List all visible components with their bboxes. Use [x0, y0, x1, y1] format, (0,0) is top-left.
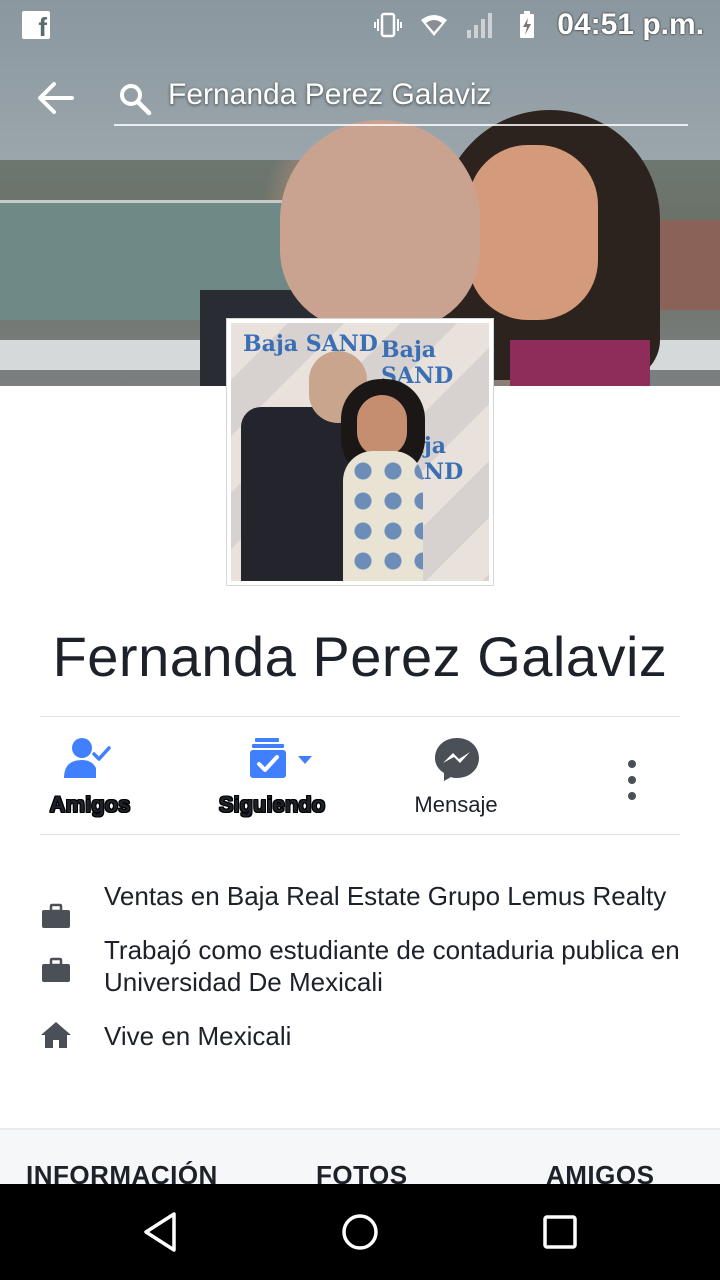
clock: 04:51 p.m. [557, 8, 704, 41]
message-button[interactable]: Mensaje [400, 718, 512, 834]
recents-nav-icon[interactable] [538, 1210, 582, 1254]
profile-photo[interactable]: Baja SAND Baja SAND Baja SAND [226, 318, 494, 586]
profile-name: Fernanda Perez Galaviz [52, 625, 668, 688]
profile-actions: Amigos Siguiendo Mensaje [0, 718, 720, 834]
home-icon [41, 1022, 71, 1048]
facebook-icon: f [22, 11, 50, 42]
info-item-education[interactable]: Trabajó como estudiante de contaduria pu… [0, 934, 720, 998]
tab-photos[interactable]: FOTOS [316, 1160, 408, 1184]
more-options-icon[interactable] [620, 758, 644, 802]
signal-icon [467, 13, 493, 38]
status-bar: f 04:51 p.m. [0, 0, 720, 50]
friends-check-icon [64, 738, 111, 778]
profile-tabs: INFORMACIÓN FOTOS AMIGOS [0, 1130, 720, 1184]
briefcase-icon [42, 957, 70, 982]
following-check-icon [250, 738, 312, 778]
photo-woman-face [357, 395, 407, 457]
following-button[interactable]: Siguiendo [212, 718, 332, 834]
profile-photo-image: Baja SAND Baja SAND Baja SAND [231, 323, 489, 581]
search-input[interactable]: Fernanda Perez Galaviz [168, 78, 492, 112]
cover-man-head [280, 120, 480, 330]
home-nav-icon[interactable] [338, 1210, 382, 1254]
messenger-icon [435, 738, 479, 781]
info-item-work[interactable]: Ventas en Baja Real Estate Grupo Lemus R… [0, 880, 720, 928]
search-bar[interactable]: Fernanda Perez Galaviz [0, 66, 720, 130]
vibrate-icon [374, 12, 403, 38]
cover-woman-face [468, 145, 598, 320]
info-text: Trabajó como estudiante de contaduria pu… [104, 935, 680, 997]
cover-woman-shirt [510, 340, 650, 386]
android-navigation-bar [0, 1184, 720, 1280]
wifi-icon [421, 15, 448, 36]
info-text: Ventas en Baja Real Estate Grupo Lemus R… [104, 881, 667, 911]
following-label: Siguiendo [218, 792, 326, 817]
photo-backdrop-logo: Baja SAND [243, 331, 378, 357]
intro-info-list: Ventas en Baja Real Estate Grupo Lemus R… [0, 872, 720, 1052]
tab-information[interactable]: INFORMACIÓN [26, 1160, 218, 1184]
divider [40, 716, 680, 717]
back-arrow-icon[interactable] [36, 80, 76, 116]
search-icon [120, 84, 152, 116]
briefcase-icon [42, 903, 70, 928]
divider [40, 834, 680, 835]
photo-woman-dress [343, 451, 423, 581]
battery-charging-icon [520, 11, 535, 38]
friends-label: Amigos [49, 792, 131, 817]
message-label: Mensaje [414, 792, 498, 817]
friends-button[interactable]: Amigos [40, 718, 140, 834]
info-item-lives[interactable]: Vive en Mexicali [0, 1020, 720, 1052]
back-nav-icon[interactable] [138, 1210, 182, 1254]
status-icons: 04:51 p.m. [373, 8, 704, 42]
tab-friends[interactable]: AMIGOS [546, 1160, 654, 1184]
info-text: Vive en Mexicali [104, 1021, 292, 1051]
search-underline [114, 124, 688, 126]
